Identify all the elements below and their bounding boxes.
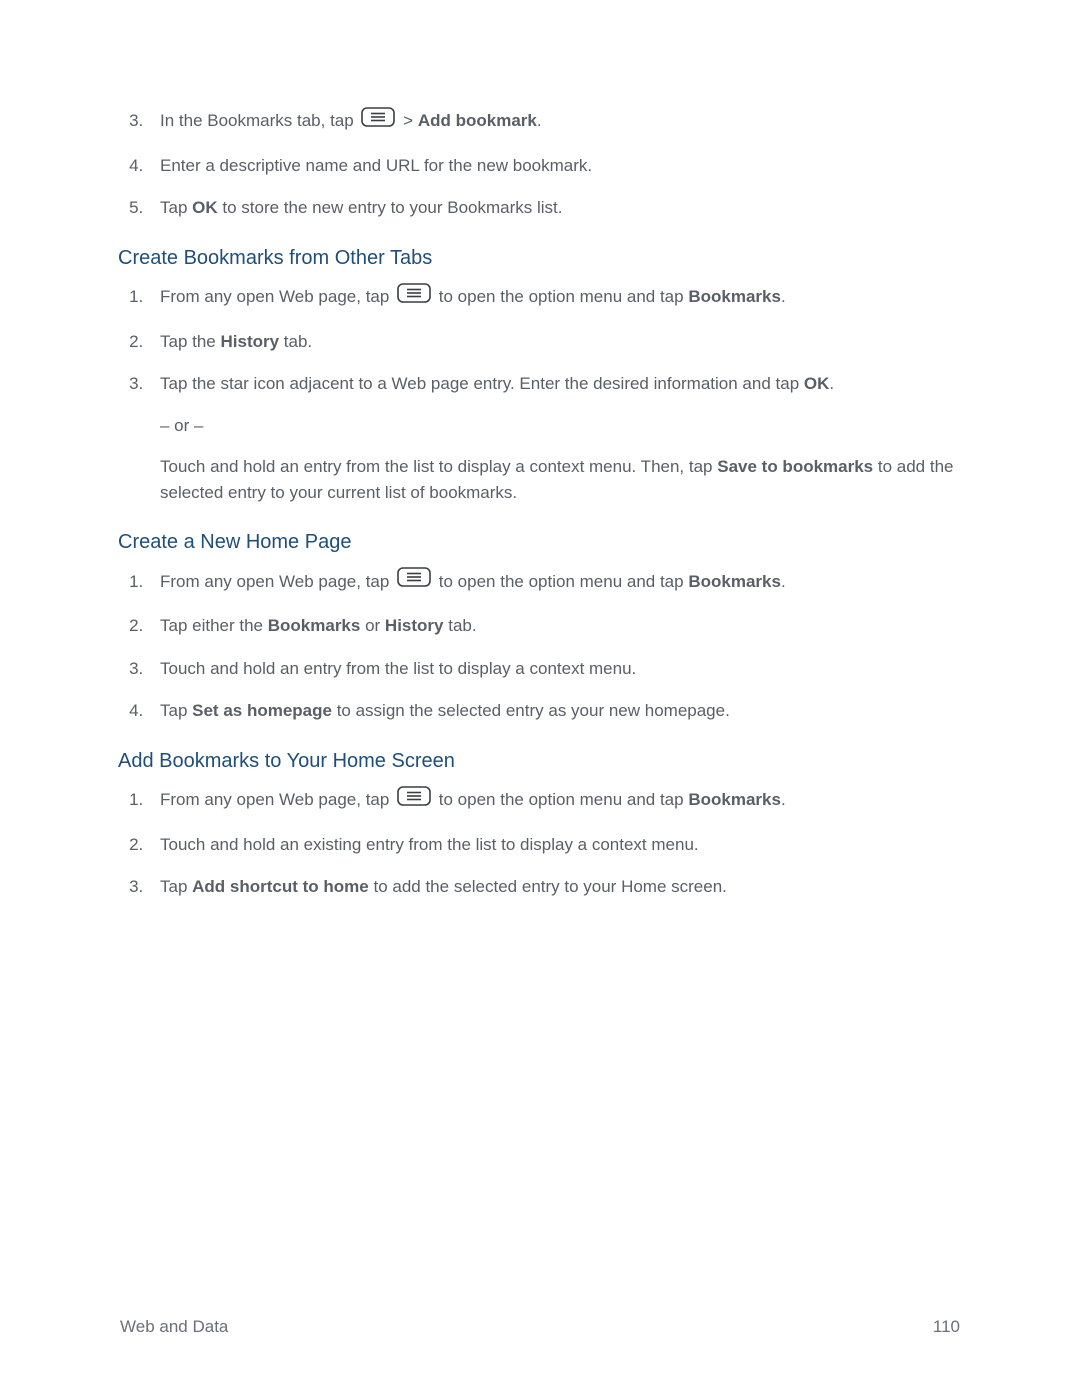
step-fragment: From any open Web page, tap <box>160 790 394 809</box>
step-fragment: In the Bookmarks tab, tap <box>160 111 358 130</box>
step-fragment: . <box>781 572 786 591</box>
step-fragment: From any open Web page, tap <box>160 287 394 306</box>
step-bold: OK <box>804 374 830 393</box>
step-bold: History <box>221 332 280 351</box>
heading-add-home-screen: Add Bookmarks to Your Home Screen <box>118 750 960 773</box>
step-fragment: tab. <box>279 332 312 351</box>
menu-icon <box>397 283 431 311</box>
list-item: Touch and hold an existing entry from th… <box>148 833 960 858</box>
step-fragment: Touch and hold an entry from the list to… <box>160 659 636 678</box>
step-text: From any open Web page, tap to open the … <box>160 287 786 306</box>
step-text: Tap the History tab. <box>160 332 312 351</box>
step-text: In the Bookmarks tab, tap > Add bookmark… <box>160 111 542 130</box>
step-fragment: to store the new entry to your Bookmarks… <box>218 198 563 217</box>
step-fragment: Touch and hold an entry from the list to… <box>160 457 717 476</box>
menu-icon <box>397 567 431 595</box>
step-bold: OK <box>192 198 218 217</box>
step-text: Tap either the Bookmarks or History tab. <box>160 616 477 635</box>
list-item: From any open Web page, tap to open the … <box>148 284 960 312</box>
list-item: Tap the star icon adjacent to a Web page… <box>148 372 960 505</box>
step-fragment: Tap <box>160 198 192 217</box>
step-text: Tap Add shortcut to home to add the sele… <box>160 877 727 896</box>
step-text: Touch and hold an existing entry from th… <box>160 835 699 854</box>
step-bold: Bookmarks <box>688 572 781 591</box>
home-screen-steps: From any open Web page, tap to open the … <box>118 787 960 900</box>
list-item: Touch and hold an entry from the list to… <box>148 657 960 682</box>
step-fragment: to open the option menu and tap <box>434 790 688 809</box>
list-item: Tap either the Bookmarks or History tab. <box>148 614 960 639</box>
step-fragment: Tap the star icon adjacent to a Web page… <box>160 374 804 393</box>
step-fragment: Touch and hold an existing entry from th… <box>160 835 699 854</box>
step-fragment: Enter a descriptive name and URL for the… <box>160 156 592 175</box>
list-item: Enter a descriptive name and URL for the… <box>148 154 960 179</box>
step-fragment: > <box>398 111 417 130</box>
step-text: Tap OK to store the new entry to your Bo… <box>160 198 563 217</box>
heading-new-home: Create a New Home Page <box>118 531 960 554</box>
step-fragment: or <box>360 616 385 635</box>
list-item: Tap Add shortcut to home to add the sele… <box>148 875 960 900</box>
step-bold: Set as homepage <box>192 701 332 720</box>
other-tabs-steps: From any open Web page, tap to open the … <box>118 284 960 505</box>
step-text: Tap Set as homepage to assign the select… <box>160 701 730 720</box>
step-text: From any open Web page, tap to open the … <box>160 790 786 809</box>
step-bold: Bookmarks <box>268 616 361 635</box>
step-text: Tap the star icon adjacent to a Web page… <box>160 374 834 393</box>
intro-steps: In the Bookmarks tab, tap > Add bookmark… <box>118 108 960 221</box>
step-text: Enter a descriptive name and URL for the… <box>160 156 592 175</box>
menu-icon <box>397 786 431 814</box>
step-fragment: tab. <box>444 616 477 635</box>
step-or: – or – <box>160 413 960 439</box>
step-bold: Add bookmark <box>418 111 537 130</box>
heading-other-tabs: Create Bookmarks from Other Tabs <box>118 247 960 270</box>
step-text: From any open Web page, tap to open the … <box>160 572 786 591</box>
step-fragment: to add the selected entry to your Home s… <box>369 877 727 896</box>
footer-section: Web and Data <box>120 1317 228 1337</box>
list-item: Tap Set as homepage to assign the select… <box>148 699 960 724</box>
step-fragment: From any open Web page, tap <box>160 572 394 591</box>
list-item: From any open Web page, tap to open the … <box>148 568 960 596</box>
footer-page-number: 110 <box>933 1317 960 1337</box>
step-text: Touch and hold an entry from the list to… <box>160 659 636 678</box>
list-item: Tap the History tab. <box>148 330 960 355</box>
menu-icon <box>361 107 395 135</box>
step-bold: Add shortcut to home <box>192 877 369 896</box>
list-item: Tap OK to store the new entry to your Bo… <box>148 196 960 221</box>
step-fragment: to open the option menu and tap <box>434 287 688 306</box>
list-item: From any open Web page, tap to open the … <box>148 787 960 815</box>
step-fragment: to assign the selected entry as your new… <box>332 701 730 720</box>
step-fragment: . <box>537 111 542 130</box>
step-fragment: Tap either the <box>160 616 268 635</box>
step-fragment: . <box>781 790 786 809</box>
new-home-steps: From any open Web page, tap to open the … <box>118 568 960 724</box>
step-fragment: Tap <box>160 701 192 720</box>
step-bold: Bookmarks <box>688 790 781 809</box>
step-bold: Save to bookmarks <box>717 457 873 476</box>
step-fragment: Tap <box>160 877 192 896</box>
step-fragment: to open the option menu and tap <box>434 572 688 591</box>
step-fragment: Tap the <box>160 332 221 351</box>
step-fragment: . <box>829 374 834 393</box>
step-bold: History <box>385 616 444 635</box>
step-fragment: . <box>781 287 786 306</box>
step-sub: Touch and hold an entry from the list to… <box>160 454 960 505</box>
step-bold: Bookmarks <box>688 287 781 306</box>
list-item: In the Bookmarks tab, tap > Add bookmark… <box>148 108 960 136</box>
page-footer: Web and Data 110 <box>120 1317 960 1337</box>
